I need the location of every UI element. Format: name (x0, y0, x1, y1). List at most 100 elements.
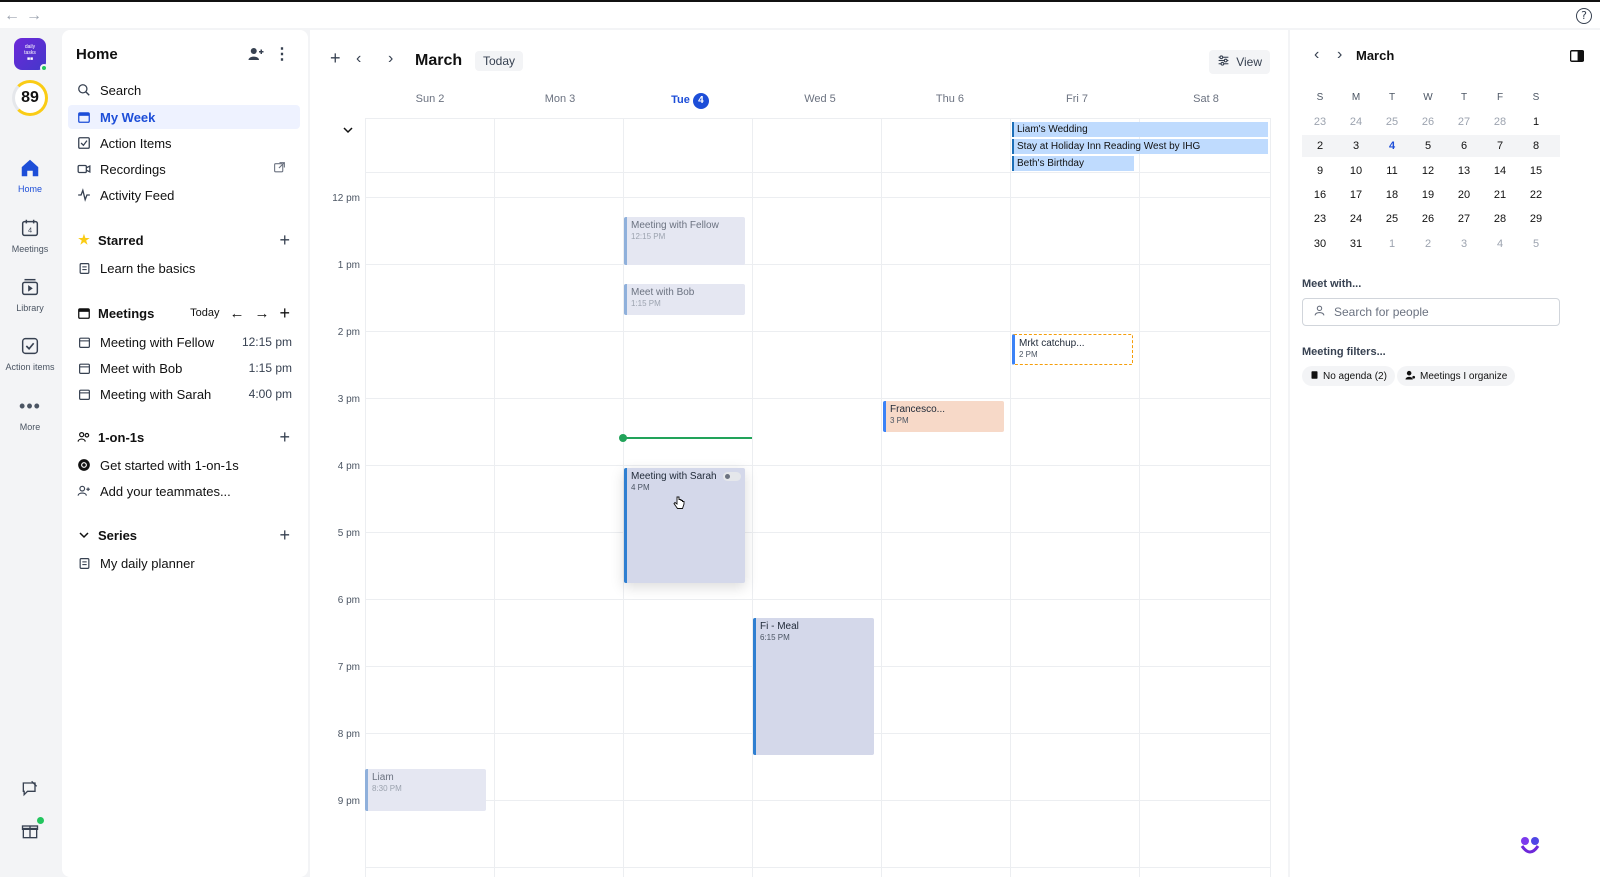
kebab-menu-icon[interactable]: ⋮ (272, 44, 292, 64)
mini-calendar-day[interactable]: 28 (1482, 116, 1518, 128)
day-header[interactable]: Fri 7 (1012, 93, 1142, 105)
help-icon[interactable]: ? (1576, 8, 1592, 24)
rail-library[interactable]: Library (0, 275, 60, 313)
meetings-section-header[interactable]: Meetings Today ← → + (68, 301, 300, 325)
day-header[interactable]: Wed 5 (755, 93, 885, 105)
mini-calendar-day[interactable]: 24 (1338, 213, 1374, 225)
sidebar-item-activity-feed[interactable]: Activity Feed (68, 183, 300, 207)
mini-calendar-day[interactable]: 26 (1410, 213, 1446, 225)
mini-calendar-day[interactable]: 22 (1518, 189, 1554, 201)
all-day-event[interactable]: Liam's Wedding (1012, 122, 1268, 137)
mini-calendar-day[interactable]: 27 (1446, 116, 1482, 128)
calendar-event[interactable]: Fi - Meal 6:15 PM (753, 618, 874, 755)
sidebar-item-daily-planner[interactable]: My daily planner (68, 551, 300, 575)
mini-calendar-day[interactable]: 11 (1374, 165, 1410, 177)
mini-calendar-day[interactable]: 25 (1374, 116, 1410, 128)
rail-home[interactable]: Home (0, 156, 60, 194)
mini-calendar-day[interactable]: 8 (1518, 140, 1554, 152)
external-link-icon[interactable] (273, 161, 286, 177)
mini-calendar-day[interactable]: 25 (1374, 213, 1410, 225)
chevron-down-icon[interactable] (342, 124, 354, 139)
back-arrow-icon[interactable]: ← (4, 8, 20, 24)
series-section-header[interactable]: Series + (68, 523, 300, 547)
calendar-event-selected[interactable]: Meeting with Sarah 4 PM (624, 468, 745, 583)
arrow-left-icon[interactable]: ← (229, 305, 244, 322)
all-day-event[interactable]: Beth's Birthday (1012, 156, 1134, 171)
add-event-button[interactable]: + (330, 48, 341, 69)
calendar-event[interactable]: Liam 8:30 PM (365, 769, 486, 811)
starred-section-header[interactable]: ★ Starred + (68, 228, 300, 252)
arrow-right-icon[interactable]: → (254, 305, 269, 322)
mini-calendar-day[interactable]: 16 (1302, 189, 1338, 201)
score-badge[interactable]: 89 (12, 80, 48, 116)
mini-calendar-day[interactable]: 24 (1338, 116, 1374, 128)
mini-calendar-day[interactable]: 18 (1374, 189, 1410, 201)
mini-next-month-icon[interactable]: › (1337, 46, 1342, 64)
mini-calendar-day[interactable]: 31 (1338, 238, 1374, 250)
mini-calendar-day[interactable]: 23 (1302, 116, 1338, 128)
recording-toggle[interactable] (723, 472, 741, 481)
calendar-event[interactable]: Francesco... 3 PM (883, 401, 1004, 432)
mini-calendar-day[interactable]: 3 (1446, 238, 1482, 250)
gift-icon[interactable] (20, 817, 44, 844)
sidebar-item-recordings[interactable]: Recordings (68, 157, 300, 181)
sidebar-item-get-started-1on1[interactable]: Get started with 1-on-1s (68, 453, 300, 477)
mini-calendar-day[interactable]: 1 (1374, 238, 1410, 250)
sidebar-item-learn-basics[interactable]: Learn the basics (68, 256, 300, 280)
mini-calendar-day[interactable]: 9 (1302, 165, 1338, 177)
mini-calendar-day[interactable]: 27 (1446, 213, 1482, 225)
mini-prev-month-icon[interactable]: ‹ (1314, 46, 1319, 64)
calendar-event[interactable]: Mrkt catchup... 2 PM (1012, 334, 1133, 365)
day-header[interactable]: Sun 2 (365, 93, 495, 105)
mini-calendar-day[interactable]: 28 (1482, 213, 1518, 225)
day-header[interactable]: Thu 6 (885, 93, 1015, 105)
mini-calendar-day[interactable]: 5 (1518, 238, 1554, 250)
mini-calendar-day[interactable]: 4 (1374, 140, 1410, 152)
mini-calendar-day[interactable]: 3 (1338, 140, 1374, 152)
day-header-today[interactable]: Tue 4 (625, 93, 755, 109)
one-on-ones-section-header[interactable]: 1-on-1s + (68, 425, 300, 449)
mini-calendar-day[interactable]: 1 (1518, 116, 1554, 128)
add-one-on-one-button[interactable]: + (279, 427, 290, 448)
meetings-today-button[interactable]: Today (190, 307, 219, 319)
panel-toggle-icon[interactable] (1569, 50, 1585, 65)
mini-calendar-day[interactable]: 2 (1302, 140, 1338, 152)
people-search-input[interactable]: Search for people (1302, 298, 1560, 326)
add-starred-button[interactable]: + (279, 230, 290, 251)
sidebar-meeting-item[interactable]: Meet with Bob 1:15 pm (68, 356, 300, 380)
mini-calendar-day[interactable]: 29 (1518, 213, 1554, 225)
mini-calendar-day[interactable]: 6 (1446, 140, 1482, 152)
filter-chip-no-agenda[interactable]: No agenda (2) (1302, 366, 1395, 386)
mini-calendar-day[interactable]: 21 (1482, 189, 1518, 201)
mini-calendar-day[interactable]: 4 (1482, 238, 1518, 250)
add-person-icon[interactable] (246, 44, 266, 64)
filter-chip-meetings-i-organize[interactable]: Meetings I organize (1397, 366, 1516, 386)
mini-calendar-day[interactable]: 15 (1518, 165, 1554, 177)
mini-calendar-day[interactable]: 17 (1338, 189, 1374, 201)
rail-more[interactable]: ••• More (0, 394, 60, 433)
mini-calendar-day[interactable]: 7 (1482, 140, 1518, 152)
rail-meetings[interactable]: 4 Meetings (0, 216, 60, 254)
chevron-down-icon[interactable] (76, 527, 92, 543)
view-button[interactable]: View (1209, 50, 1270, 74)
mini-calendar-day[interactable]: 10 (1338, 165, 1374, 177)
mini-calendar-day[interactable]: 19 (1410, 189, 1446, 201)
feedback-chat-icon[interactable] (20, 778, 40, 801)
calendar-event[interactable]: Meet with Bob 1:15 PM (624, 284, 745, 315)
mini-calendar-day[interactable]: 5 (1410, 140, 1446, 152)
sidebar-item-action-items[interactable]: Action Items (68, 131, 300, 155)
mini-calendar-day[interactable]: 14 (1482, 165, 1518, 177)
rail-action-items[interactable]: Action items (0, 334, 60, 372)
add-meeting-button[interactable]: + (279, 303, 290, 324)
mini-calendar-day[interactable]: 30 (1302, 238, 1338, 250)
sidebar-item-search[interactable]: Search (68, 78, 300, 102)
sidebar-meeting-item[interactable]: Meeting with Sarah 4:00 pm (68, 382, 300, 406)
mini-calendar-day[interactable]: 23 (1302, 213, 1338, 225)
sidebar-item-my-week[interactable]: My Week (68, 105, 300, 129)
forward-arrow-icon[interactable]: → (26, 8, 42, 24)
prev-week-icon[interactable]: ‹ (356, 50, 361, 68)
app-brand-icon[interactable] (1518, 834, 1542, 861)
day-header[interactable]: Sat 8 (1141, 93, 1271, 105)
all-day-event[interactable]: Stay at Holiday Inn Reading West by IHG (1012, 139, 1268, 154)
workspace-logo[interactable]: daily tasks ■■ (14, 38, 48, 72)
